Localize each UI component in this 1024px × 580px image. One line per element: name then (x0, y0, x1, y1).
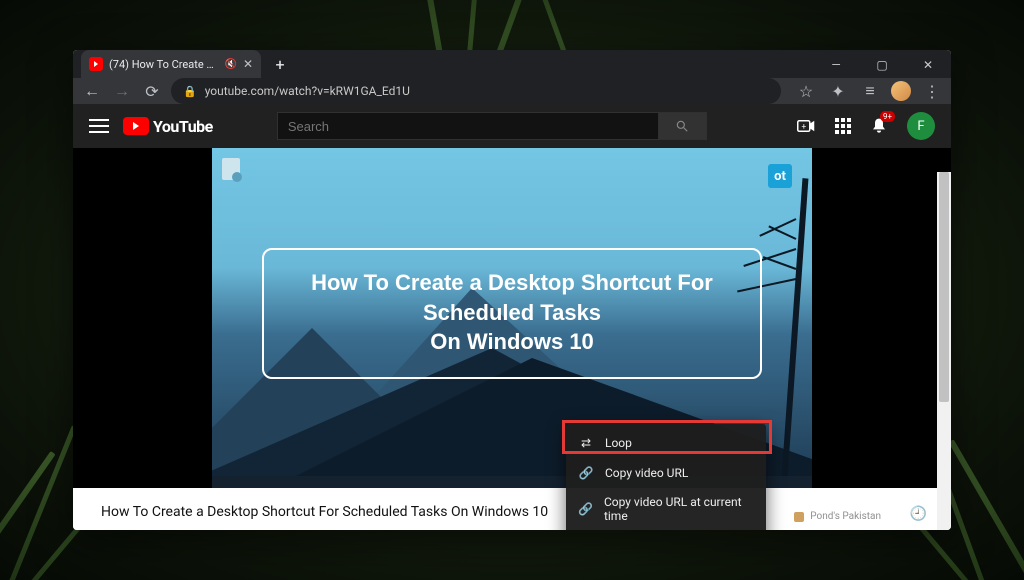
create-icon[interactable]: + (797, 119, 815, 133)
search-icon (675, 119, 689, 133)
ctx-loop[interactable]: ⇄ Loop (566, 428, 766, 458)
bookmark-star-icon[interactable]: ☆ (795, 80, 817, 102)
lock-icon: 🔒 (183, 85, 197, 98)
titlebar: (74) How To Create a Deskto 🔇 ✕ + — ▢ ✕ (73, 50, 951, 78)
search-input[interactable] (277, 112, 659, 140)
reading-list-icon[interactable]: ≡ (859, 80, 881, 102)
browser-toolbar: ← → ⟳ 🔒 youtube.com/watch?v=kRW1GA_Ed1U … (73, 78, 951, 104)
search-button[interactable] (659, 112, 707, 140)
notifications-icon[interactable]: 9+ (871, 117, 887, 135)
svg-text:+: + (802, 122, 807, 132)
video-title-overlay: How To Create a Desktop Shortcut For Sch… (262, 248, 762, 379)
ctx-copy-url-time[interactable]: 🔗 Copy video URL at current time (566, 488, 766, 530)
audio-icon[interactable]: 🔇 (224, 59, 236, 70)
below-player-bar: How To Create a Desktop Shortcut For Sch… (73, 488, 951, 530)
link-icon: 🔗 (578, 501, 593, 517)
overlay-line-1: How To Create a Desktop Shortcut For Sch… (284, 268, 740, 327)
youtube-header: YouTube + 9+ F (73, 104, 951, 148)
tab-close-icon[interactable]: ✕ (243, 57, 253, 71)
minimize-button[interactable]: — (813, 50, 859, 80)
page-content: YouTube + 9+ F (73, 104, 951, 530)
window-controls: — ▢ ✕ (813, 50, 951, 80)
account-avatar[interactable]: F (907, 112, 935, 140)
menu-icon[interactable] (89, 119, 109, 133)
new-tab-button[interactable]: + (267, 51, 293, 77)
youtube-favicon-icon (89, 57, 103, 71)
ctx-label: Copy video URL (605, 466, 688, 480)
video-title: How To Create a Desktop Shortcut For Sch… (101, 504, 548, 520)
desktop-file-icon (222, 158, 240, 180)
tab-title: (74) How To Create a Deskto (109, 58, 218, 71)
browser-window: (74) How To Create a Deskto 🔇 ✕ + — ▢ ✕ … (73, 50, 951, 530)
watch-later-icon[interactable]: 🕘 (910, 506, 927, 522)
video-context-menu: ⇄ Loop 🔗 Copy video URL 🔗 Copy video URL… (566, 424, 766, 530)
video-player-region: ot How To Create a Desktop Shortcut For … (73, 148, 951, 488)
up-next-chip[interactable]: Pond's Pakistan (794, 511, 881, 522)
search-bar (277, 112, 707, 140)
page-scrollbar[interactable] (937, 172, 951, 530)
youtube-wordmark: YouTube (153, 117, 213, 136)
ctx-label: Loop (605, 436, 632, 450)
url-text: youtube.com/watch?v=kRW1GA_Ed1U (205, 84, 410, 98)
scrollbar-thumb[interactable] (939, 172, 949, 402)
extensions-icon[interactable]: ✦ (827, 80, 849, 102)
close-window-button[interactable]: ✕ (905, 50, 951, 80)
chrome-profile-avatar[interactable] (891, 81, 911, 101)
maximize-button[interactable]: ▢ (859, 50, 905, 80)
youtube-logo[interactable]: YouTube (123, 117, 213, 136)
address-bar[interactable]: 🔒 youtube.com/watch?v=kRW1GA_Ed1U (171, 78, 781, 104)
forward-button[interactable]: → (111, 80, 133, 102)
link-icon: 🔗 (578, 465, 594, 481)
chrome-menu-icon[interactable]: ⋮ (921, 80, 943, 102)
ctx-label: Copy video URL at current time (604, 495, 754, 523)
youtube-play-icon (123, 117, 149, 135)
overlay-line-2: On Windows 10 (284, 327, 740, 357)
loop-icon: ⇄ (578, 435, 594, 451)
apps-icon[interactable] (835, 118, 851, 134)
browser-tab[interactable]: (74) How To Create a Deskto 🔇 ✕ (81, 50, 261, 78)
notification-badge: 9+ (880, 111, 895, 122)
ctx-copy-url[interactable]: 🔗 Copy video URL (566, 458, 766, 488)
reload-button[interactable]: ⟳ (141, 80, 163, 102)
back-button[interactable]: ← (81, 80, 103, 102)
